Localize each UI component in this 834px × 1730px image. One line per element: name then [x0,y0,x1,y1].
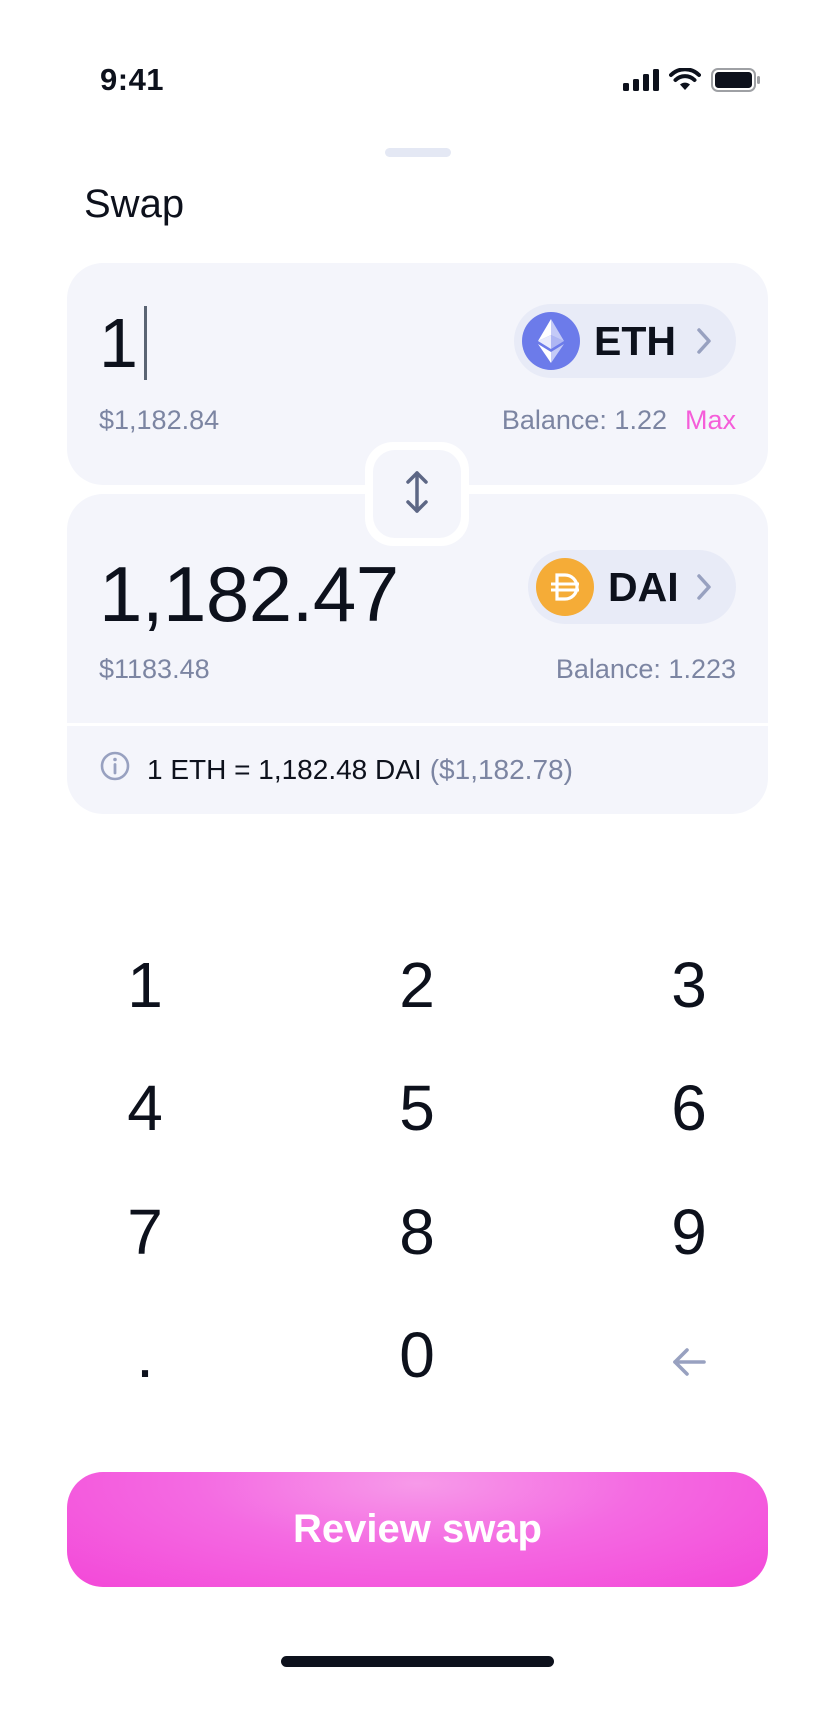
from-balance-row: Balance: 1.22 Max [502,405,736,436]
text-caret [143,306,147,380]
arrow-left-icon [671,1318,707,1392]
cellular-signal-icon [623,69,659,96]
to-balance: Balance: 1.223 [555,654,736,684]
rate-divider [67,723,768,726]
keypad-key-6[interactable]: 6 [589,1053,789,1163]
battery-icon [711,68,761,97]
exchange-rate-usd: ($1,182.78) [429,753,573,785]
from-amount-value: 1 [99,304,138,382]
to-token-symbol: DAI [608,563,679,610]
keypad-key-1[interactable]: 1 [45,930,245,1040]
to-balance-row: Balance: 1.223 [556,654,736,685]
keypad-key-decimal[interactable]: . [45,1300,245,1410]
status-time: 9:41 [100,62,165,97]
keypad-key-8[interactable]: 8 [317,1177,517,1287]
exchange-rate-text: 1 ETH = 1,182.48 DAI [147,753,422,785]
info-icon [99,750,131,789]
status-bar: 9:41 [0,0,834,160]
status-icons [623,67,761,97]
chevron-right-icon [696,326,716,356]
to-usd-value: $1183.48 [99,654,210,684]
swap-vertical-arrows-icon [402,470,432,519]
ethereum-icon [522,312,580,370]
home-indicator [281,1656,554,1667]
from-balance: Balance: 1.22 [501,405,667,435]
from-usd-value: $1,182.84 [99,405,220,435]
from-token-symbol: ETH [594,317,676,364]
keypad-key-7[interactable]: 7 [45,1177,245,1287]
from-amount-input[interactable]: 1 [99,303,147,383]
max-button[interactable]: Max [685,405,736,436]
keypad-key-2[interactable]: 2 [317,930,517,1040]
review-swap-button[interactable]: Review swap [67,1472,768,1587]
chevron-right-icon [696,572,716,602]
keypad-key-9[interactable]: 9 [589,1177,789,1287]
swap-direction-inner [373,450,461,538]
to-token-selector[interactable]: DAI [528,550,736,624]
swap-direction-button[interactable] [365,442,469,546]
keypad-backspace-key[interactable] [589,1300,789,1410]
keypad-key-0[interactable]: 0 [317,1300,517,1410]
keypad-key-3[interactable]: 3 [589,930,789,1040]
exchange-rate-row[interactable]: 1 ETH = 1,182.48 DAI ($1,182.78) [99,750,573,789]
wifi-icon [669,67,701,97]
keypad-key-5[interactable]: 5 [317,1053,517,1163]
from-token-selector[interactable]: ETH [514,304,736,378]
to-amount-value: 1,182.47 [99,550,399,638]
sheet-drag-handle[interactable] [385,148,451,157]
dai-icon [536,558,594,616]
sheet-title: Swap [84,182,185,226]
keypad-key-4[interactable]: 4 [45,1053,245,1163]
